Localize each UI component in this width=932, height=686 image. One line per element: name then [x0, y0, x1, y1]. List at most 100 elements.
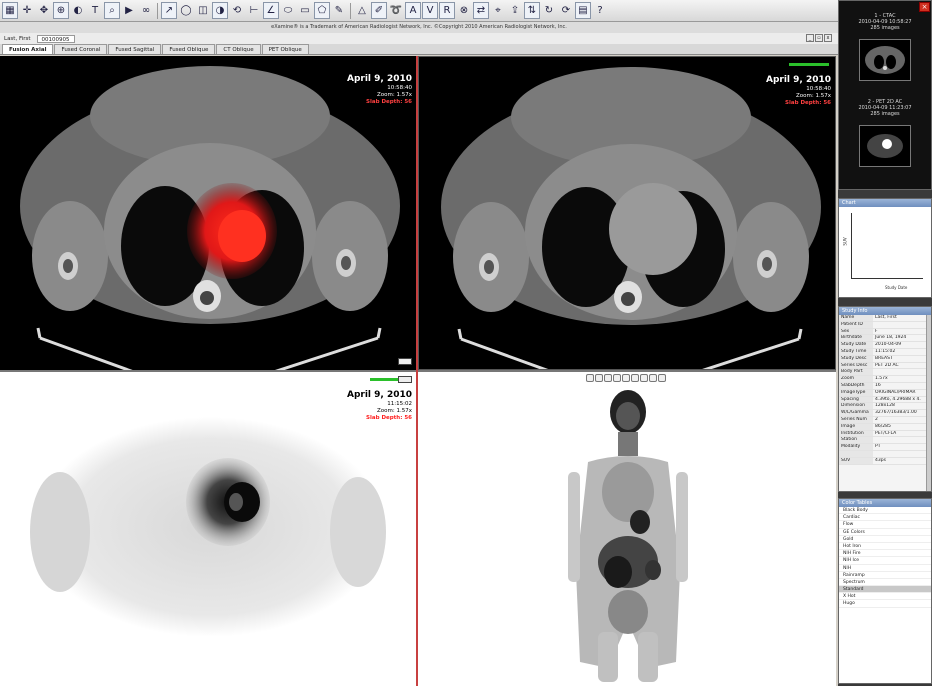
- rectangle-icon[interactable]: ▭: [297, 2, 313, 19]
- text-annotation-icon[interactable]: T: [87, 2, 103, 19]
- crosshair-icon[interactable]: ✛: [19, 2, 35, 19]
- color-table-item[interactable]: Rainramp: [839, 572, 931, 579]
- pet-overlay: April 9, 2010 11:15:02 Zoom: 1.57x Slab …: [347, 390, 412, 422]
- sync-icon[interactable]: ⟳: [558, 2, 574, 19]
- close-view-icon[interactable]: x: [824, 34, 832, 42]
- ct-zoom: Zoom: 1.57x: [796, 93, 831, 99]
- info-row: W/L/Gamma 32767/16383/1.00: [839, 410, 931, 417]
- info-key: Sex: [839, 328, 873, 335]
- color-table-item[interactable]: NIH Ice: [839, 557, 931, 565]
- color-table-item[interactable]: NIH: [839, 565, 931, 572]
- triangle-icon[interactable]: △: [354, 2, 370, 19]
- tab-fused-coronal[interactable]: Fused Coronal: [54, 44, 108, 54]
- mip-tool-button[interactable]: [649, 374, 657, 382]
- info-value: BREAST: [875, 355, 893, 361]
- info-table: Name Last, First Patient ID Sex F Birthdate Ju…: [839, 315, 931, 465]
- vertical-divider[interactable]: [416, 56, 418, 686]
- toolbar-separator: [157, 2, 158, 19]
- mip-tool-button[interactable]: [595, 374, 603, 382]
- color-table-pane: Color Tables Black Body Cardiac Flow GE Col…: [838, 498, 932, 684]
- color-table-item[interactable]: Black Body: [839, 507, 931, 515]
- ruler-icon[interactable]: ⊢: [246, 2, 262, 19]
- color-table-item[interactable]: X Hot: [839, 593, 931, 601]
- mip-tool-button[interactable]: [622, 374, 630, 382]
- export-icon[interactable]: ⇪: [507, 2, 523, 19]
- link-icon[interactable]: ∞: [138, 2, 154, 19]
- pet-zoom: Zoom: 1.57x: [377, 408, 412, 414]
- info-scrollbar[interactable]: [926, 315, 931, 491]
- hide-overlay-icon[interactable]: ◫: [195, 2, 211, 19]
- color-table-item[interactable]: GE Colors: [839, 529, 931, 536]
- mip-tool-button[interactable]: [658, 374, 666, 382]
- fusion-icon[interactable]: ⊗: [456, 2, 472, 19]
- lasso-icon[interactable]: ➰: [388, 2, 404, 19]
- series-thumbnail-pet[interactable]: [859, 125, 911, 167]
- swap-icon[interactable]: ⇄: [473, 2, 489, 19]
- tab-fused-sagittal[interactable]: Fused Sagittal: [108, 44, 162, 54]
- tab-ct-oblique[interactable]: CT Oblique: [216, 44, 261, 54]
- toolbar-letter-button[interactable]: A: [405, 2, 421, 19]
- viewport-menu-button[interactable]: [398, 358, 412, 365]
- horizontal-divider[interactable]: [0, 370, 836, 372]
- info-value: June 18, 1924: [875, 335, 907, 341]
- arrow-icon[interactable]: ↗: [161, 2, 177, 19]
- pet-date: April 9, 2010: [346, 390, 412, 400]
- mip-tool-button[interactable]: [604, 374, 612, 382]
- color-table-item[interactable]: Hot Iron: [839, 543, 931, 551]
- series-item-ctac[interactable]: 1 - CTAC 2010-04-09 10:58:27 285 images: [839, 13, 931, 31]
- toolbar-letter-button[interactable]: V: [422, 2, 438, 19]
- color-table-item[interactable]: NIH Fire: [839, 550, 931, 558]
- angle-icon[interactable]: ∠: [263, 2, 279, 19]
- viewport-pet-axial[interactable]: April 9, 2010 11:15:02 Zoom: 1.57x Slab …: [0, 372, 416, 686]
- close-icon[interactable]: ×: [919, 2, 930, 12]
- info-key: Spacing: [839, 396, 873, 403]
- info-key: Institution: [839, 430, 873, 437]
- flip-icon[interactable]: ⇅: [524, 2, 540, 19]
- registration-icon[interactable]: ⌖: [490, 2, 506, 19]
- polygon-icon[interactable]: ⬠: [314, 2, 330, 19]
- mip-tool-button[interactable]: [640, 374, 648, 382]
- rotate-icon[interactable]: ↻: [541, 2, 557, 19]
- magnify-icon[interactable]: ⌕: [104, 2, 120, 19]
- pet-menu-button[interactable]: [398, 376, 412, 383]
- cine-icon[interactable]: ▶: [121, 2, 137, 19]
- brush-icon[interactable]: ✐: [371, 2, 387, 19]
- viewport-pet-mip[interactable]: [418, 372, 836, 686]
- roi-icon[interactable]: ◯: [178, 2, 194, 19]
- mip-tool-button[interactable]: [586, 374, 594, 382]
- minimize-icon[interactable]: _: [806, 34, 814, 42]
- tab-pet-oblique[interactable]: PET Oblique: [261, 44, 309, 54]
- color-table-item[interactable]: Gold: [839, 536, 931, 543]
- series-item-pet[interactable]: 2 - PET 2D AC 2010-04-09 11:23:07 285 im…: [839, 99, 931, 117]
- pan-icon[interactable]: ✥: [36, 2, 52, 19]
- viewport-grid: April 9, 2010 10:58:40 Zoom: 1.57x Slab …: [0, 56, 836, 686]
- ellipse-icon[interactable]: ⬭: [280, 2, 296, 19]
- color-table-item[interactable]: Hugo: [839, 600, 931, 608]
- color-table-item[interactable]: Flow: [839, 521, 931, 529]
- grid-layout-icon[interactable]: ▦: [2, 2, 18, 19]
- tab-fused-oblique[interactable]: Fused Oblique: [162, 44, 216, 54]
- help-icon[interactable]: ?: [592, 2, 608, 19]
- reset-icon[interactable]: ⟲: [229, 2, 245, 19]
- viewport-fused-axial[interactable]: April 9, 2010 10:58:40 Zoom: 1.57x Slab …: [0, 56, 416, 370]
- tab-fusion-axial[interactable]: Fusion Axial: [2, 44, 54, 54]
- color-table-item[interactable]: Cardiac: [839, 514, 931, 522]
- info-key: SUV: [839, 457, 873, 464]
- freehand-icon[interactable]: ✎: [331, 2, 347, 19]
- zoom-icon[interactable]: ⊕: [53, 2, 69, 19]
- color-table-item[interactable]: Spectrum: [839, 579, 931, 587]
- patient-id-field[interactable]: 00100905: [36, 34, 75, 43]
- color-table-item[interactable]: Standard: [839, 586, 931, 594]
- info-value: 128x128: [875, 403, 895, 409]
- invert-icon[interactable]: ◑: [212, 2, 228, 19]
- window-level-icon[interactable]: ◐: [70, 2, 86, 19]
- info-key: Zoom: [839, 376, 873, 382]
- mip-tool-button[interactable]: [631, 374, 639, 382]
- mip-tool-button[interactable]: [613, 374, 621, 382]
- series-thumbnail-ctac[interactable]: [859, 39, 911, 81]
- viewport-ct-axial[interactable]: April 9, 2010 10:58:40 Zoom: 1.57x Slab …: [418, 56, 836, 370]
- restore-icon[interactable]: ▫: [815, 34, 823, 42]
- toolbar-letter-button[interactable]: R: [439, 2, 455, 19]
- tile-icon[interactable]: ▤: [575, 2, 591, 19]
- info-value: [873, 437, 931, 443]
